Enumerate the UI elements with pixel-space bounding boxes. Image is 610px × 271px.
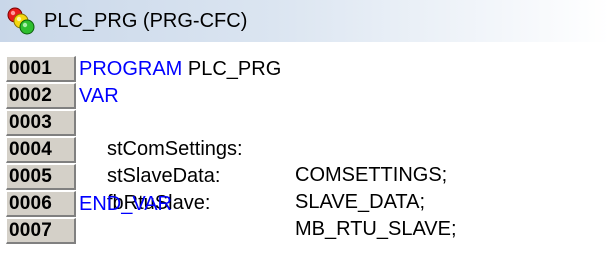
line-number: 0006	[6, 191, 76, 217]
code-line[interactable]: 0003 stComSettings: COMSETTINGS;	[0, 110, 610, 186]
cfc-editor-window: PLC_PRG (PRG-CFC) 0001 PROGRAM PLC_PRG 0…	[0, 0, 610, 271]
code-line[interactable]: 0007	[0, 218, 610, 245]
code-line[interactable]: 0001 PROGRAM PLC_PRG	[0, 56, 610, 83]
keyword-end-var: END_VAR	[79, 193, 172, 215]
keyword-program: PROGRAM	[79, 58, 183, 80]
line-number: 0004	[6, 137, 76, 163]
line-number: 0002	[6, 83, 76, 109]
program-name: PLC_PRG	[182, 58, 282, 80]
code-editor[interactable]: 0001 PROGRAM PLC_PRG 0002 VAR 0003 stCom…	[0, 56, 610, 271]
keyword-var: VAR	[79, 85, 119, 107]
line-number: 0007	[6, 218, 76, 244]
line-number: 0003	[6, 110, 76, 136]
window-title: PLC_PRG (PRG-CFC)	[44, 9, 248, 32]
pou-traffic-light-icon	[6, 6, 36, 36]
window-title-bar[interactable]: PLC_PRG (PRG-CFC)	[0, 0, 610, 42]
code-line[interactable]: 0004 stSlaveData: SLAVE_DATA;	[0, 137, 610, 213]
line-number: 0005	[6, 164, 76, 190]
line-number: 0001	[6, 56, 76, 82]
code-line[interactable]: 0002 VAR	[0, 83, 610, 110]
code-line[interactable]: 0006 END_VAR	[0, 191, 610, 218]
code-line[interactable]: 0005 fbRtuSlave: MB_RTU_SLAVE;	[0, 164, 610, 240]
